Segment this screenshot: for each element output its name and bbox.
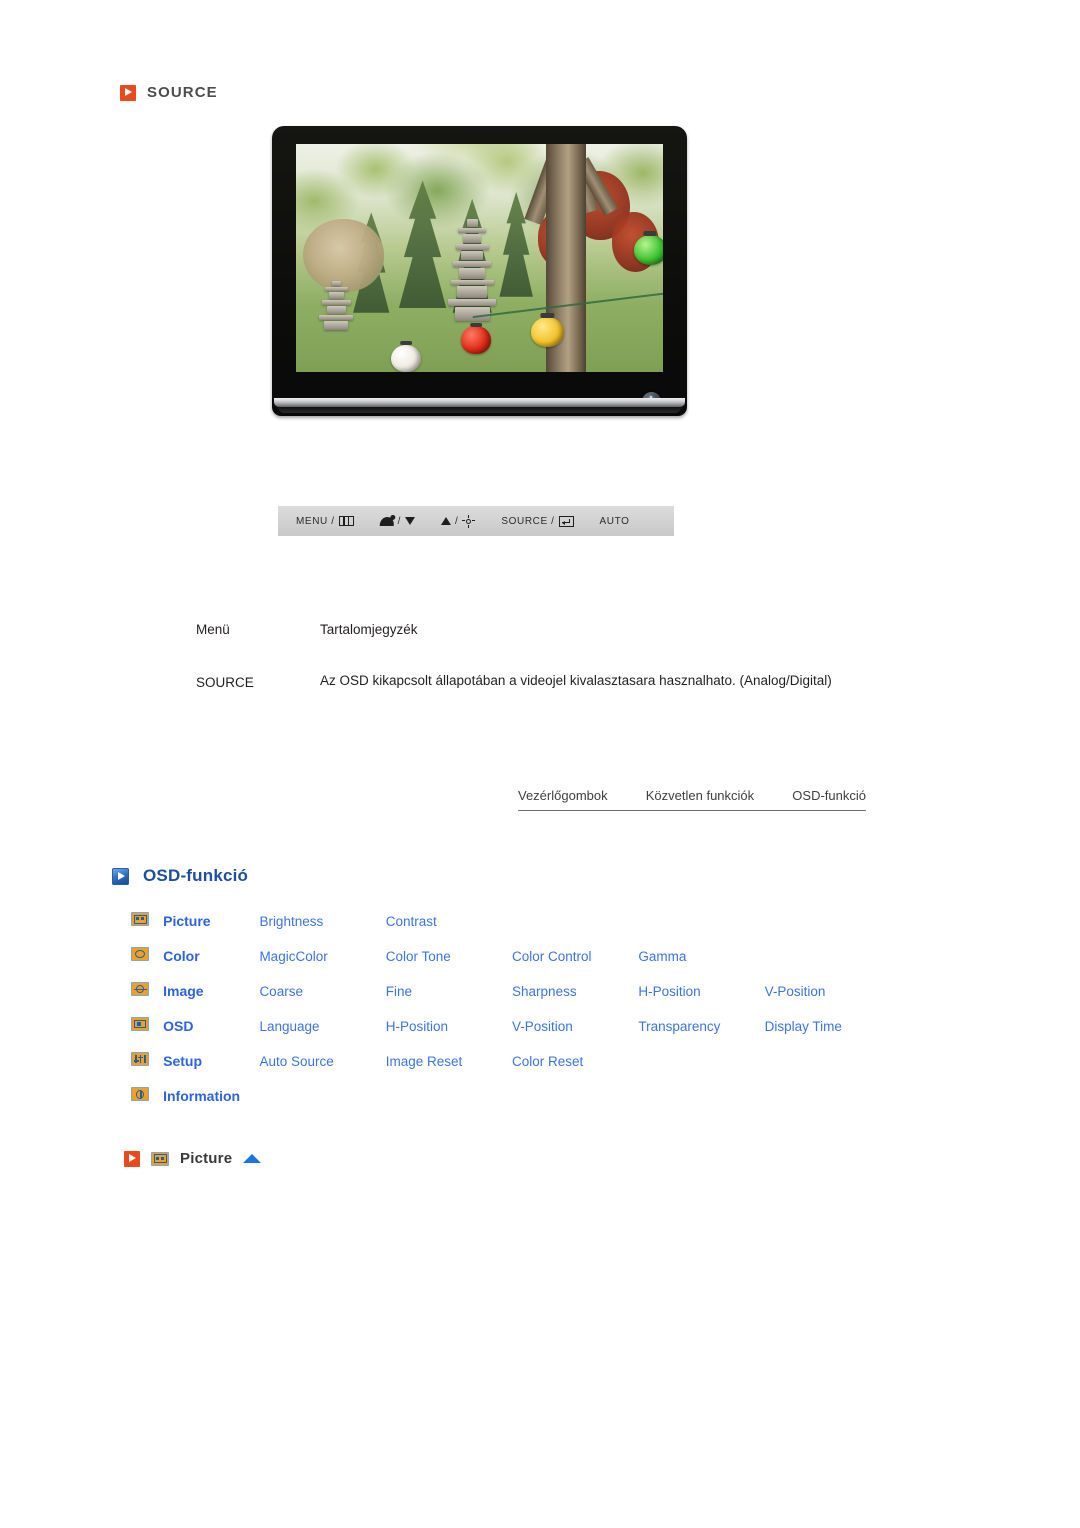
osd-item-gamma[interactable]: Gamma xyxy=(638,949,686,964)
monitor-control-strip: MENU / / / SOURCE / AUTO xyxy=(278,506,674,536)
osd-item-auto-source[interactable]: Auto Source xyxy=(259,1054,333,1069)
osd-row-setup: Setup Auto Source Image Reset Color Rese… xyxy=(131,1052,891,1087)
blue-play-icon xyxy=(112,867,129,885)
osd-item-fine[interactable]: Fine xyxy=(386,984,412,999)
osd-item-contrast[interactable]: Contrast xyxy=(386,914,437,929)
osd-item-display-time[interactable]: Display Time xyxy=(765,1019,842,1034)
tab-kozvetlen-funkciok[interactable]: Közvetlen funkciók xyxy=(646,788,754,803)
color-icon xyxy=(131,947,149,961)
back-to-top-arrow-icon[interactable] xyxy=(243,1154,262,1163)
picture-anchor-row: Picture xyxy=(124,1150,262,1167)
control-auto-button[interactable]: AUTO xyxy=(600,516,630,527)
control-menu-label: MENU / xyxy=(296,515,335,527)
menu-bars-icon xyxy=(338,516,354,526)
osd-category-image[interactable]: Image xyxy=(163,983,203,999)
osd-item-transparency[interactable]: Transparency xyxy=(638,1019,720,1034)
column-header-contents: Tartalomjegyzék xyxy=(320,622,418,637)
setup-icon xyxy=(131,1052,149,1066)
source-description-table: Menü Tartalomjegyzék SOURCE Az OSD kikap… xyxy=(196,622,896,692)
section-tabbar: Vezérlőgombok Közvetlen funkciók OSD-fun… xyxy=(518,788,866,811)
osd-item-color-reset[interactable]: Color Reset xyxy=(512,1054,583,1069)
enter-key-icon xyxy=(558,515,574,527)
osd-row-picture: Picture Brightness Contrast xyxy=(131,912,891,947)
osd-item-coarse[interactable]: Coarse xyxy=(259,984,303,999)
triangle-up-icon xyxy=(441,517,451,525)
osd-item-magiccolor[interactable]: MagicColor xyxy=(259,949,327,964)
white-lantern xyxy=(391,344,421,372)
control-menu-button[interactable]: MENU / xyxy=(296,516,354,527)
osd-item-language[interactable]: Language xyxy=(259,1019,319,1034)
osd-category-color[interactable]: Color xyxy=(163,948,200,964)
osd-item-sharpness[interactable]: Sharpness xyxy=(512,984,577,999)
control-magicbright-down-button[interactable]: / xyxy=(379,515,415,527)
row-menu-name: SOURCE xyxy=(196,675,254,690)
column-header-menu: Menü xyxy=(196,622,230,637)
control-source-enter-button[interactable]: SOURCE / xyxy=(501,515,574,527)
control-magicbright-separator: / xyxy=(397,515,401,527)
osd-row-color: Color MagicColor Color Tone Color Contro… xyxy=(131,947,891,982)
image-icon xyxy=(131,982,149,996)
osd-item-brightness[interactable]: Brightness xyxy=(259,914,323,929)
stone-pagoda-large xyxy=(446,219,497,328)
control-auto-label: AUTO xyxy=(599,515,630,527)
tab-vezerlogombok[interactable]: Vezérlőgombok xyxy=(518,788,608,803)
osd-row-information: Information xyxy=(131,1087,891,1122)
control-brightness-separator: / xyxy=(455,515,459,527)
garden-scene-image xyxy=(296,144,663,372)
magicbright-icon xyxy=(379,516,394,526)
osd-item-color-tone[interactable]: Color Tone xyxy=(386,949,451,964)
yellow-lantern xyxy=(530,317,564,347)
osd-item-color-control[interactable]: Color Control xyxy=(512,949,592,964)
osd-row-image: Image Coarse Fine Sharpness H-Position V… xyxy=(131,982,891,1017)
monitor-bezel xyxy=(272,126,687,416)
monitor-shadow-bar xyxy=(278,407,681,413)
information-icon xyxy=(131,1087,149,1101)
picture-icon xyxy=(151,1151,169,1166)
monitor-illustration xyxy=(272,126,687,431)
row-contents-text: Az OSD kikapcsolt állapotában a videojel… xyxy=(320,673,832,688)
osd-category-osd[interactable]: OSD xyxy=(163,1018,193,1034)
red-lantern xyxy=(461,326,491,354)
picture-anchor-label: Picture xyxy=(180,1150,233,1167)
osd-function-grid: Picture Brightness Contrast Color MagicC… xyxy=(131,912,891,1122)
source-section-heading: SOURCE xyxy=(120,84,218,101)
osd-item-image-reset[interactable]: Image Reset xyxy=(386,1054,463,1069)
osd-category-information[interactable]: Information xyxy=(163,1088,240,1104)
table-row: SOURCE Az OSD kikapcsolt állapotában a v… xyxy=(196,671,896,692)
osd-heading-label: OSD-funkció xyxy=(143,866,249,885)
triangle-down-icon xyxy=(405,517,415,525)
osd-category-picture[interactable]: Picture xyxy=(163,913,210,929)
table-header-row: Menü Tartalomjegyzék xyxy=(196,622,896,671)
source-heading-label: SOURCE xyxy=(147,84,218,101)
osd-category-setup[interactable]: Setup xyxy=(163,1053,202,1069)
control-source-label: SOURCE / xyxy=(501,515,555,527)
osd-item-osd-h-position[interactable]: H-Position xyxy=(386,1019,448,1034)
orange-play-icon xyxy=(124,1150,140,1167)
picture-icon xyxy=(131,912,149,926)
osd-item-image-v-position[interactable]: V-Position xyxy=(765,984,826,999)
orange-play-icon xyxy=(120,84,136,101)
osd-icon xyxy=(131,1017,149,1031)
control-up-brightness-button[interactable]: / xyxy=(441,514,476,528)
osd-function-heading: OSD-funkció xyxy=(112,866,248,886)
osd-item-osd-v-position[interactable]: V-Position xyxy=(512,1019,573,1034)
osd-row-osd: OSD Language H-Position V-Position Trans… xyxy=(131,1017,891,1052)
tab-osd-funkcio[interactable]: OSD-funkció xyxy=(792,788,866,803)
brightness-sun-icon xyxy=(462,514,476,528)
osd-item-image-h-position[interactable]: H-Position xyxy=(638,984,700,999)
green-lantern xyxy=(633,235,663,265)
monitor-screen xyxy=(296,144,663,372)
monitor-base-strip xyxy=(274,398,685,407)
